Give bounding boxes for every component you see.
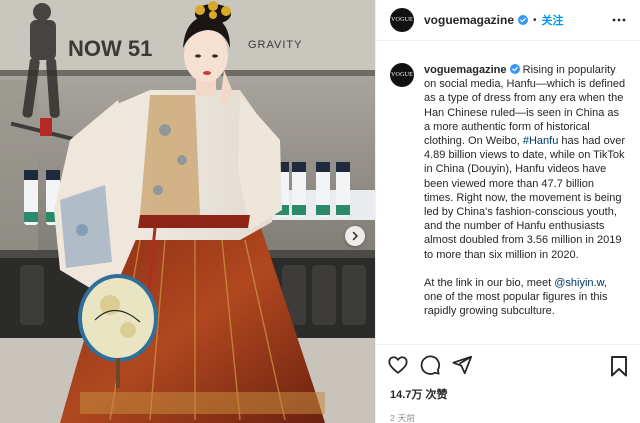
separator-dot: • xyxy=(533,14,537,26)
gravity-sign: GRAVITY xyxy=(248,39,302,51)
more-horizontal-icon[interactable] xyxy=(612,13,626,27)
chevron-right-icon xyxy=(352,231,358,241)
carousel-next-button[interactable] xyxy=(345,226,365,246)
heart-icon[interactable] xyxy=(387,354,409,376)
post-photo[interactable]: NOW 51 GRAVITY xyxy=(0,0,375,423)
mention-link[interactable]: @shiyin.w xyxy=(554,277,604,289)
post-sidebar: VOGUE voguemagazine • 关注 VOGUE voguemaga… xyxy=(375,0,640,423)
username-link[interactable]: voguemagazine xyxy=(424,13,514,27)
instagram-post: NOW 51 GRAVITY VOGUE voguemagazine • 关注 … xyxy=(0,0,640,423)
post-actions: 14.7万 次赞 2 天前 xyxy=(376,344,640,423)
now51-sign: NOW 51 xyxy=(68,36,152,61)
post-header: VOGUE voguemagazine • 关注 xyxy=(376,0,640,41)
follow-button[interactable]: 关注 xyxy=(542,12,564,28)
caption-text: voguemagazine Rising in popularity on so… xyxy=(424,63,626,318)
hashtag-link[interactable]: #Hanfu xyxy=(523,135,558,147)
action-icons xyxy=(376,345,640,385)
bookmark-icon[interactable] xyxy=(609,355,629,377)
caption-username-link[interactable]: voguemagazine xyxy=(424,64,507,76)
post-caption: VOGUE voguemagazine Rising in popularity… xyxy=(376,41,640,318)
like-count[interactable]: 14.7万 次赞 xyxy=(376,386,640,402)
comment-icon[interactable] xyxy=(419,354,441,376)
verified-badge-icon xyxy=(509,64,520,74)
send-icon[interactable] xyxy=(451,354,473,376)
verified-badge-icon xyxy=(518,15,529,25)
hanfu-photo-illustration: NOW 51 GRAVITY xyxy=(0,0,375,423)
post-timestamp[interactable]: 2 天前 xyxy=(376,412,640,423)
caption-body-2: has had over 4.89 billion views to date,… xyxy=(424,135,625,261)
caption-p2-body-1: At the link in our bio, meet xyxy=(424,276,555,289)
avatar[interactable]: VOGUE xyxy=(390,8,414,32)
caption-avatar[interactable]: VOGUE xyxy=(390,63,414,87)
